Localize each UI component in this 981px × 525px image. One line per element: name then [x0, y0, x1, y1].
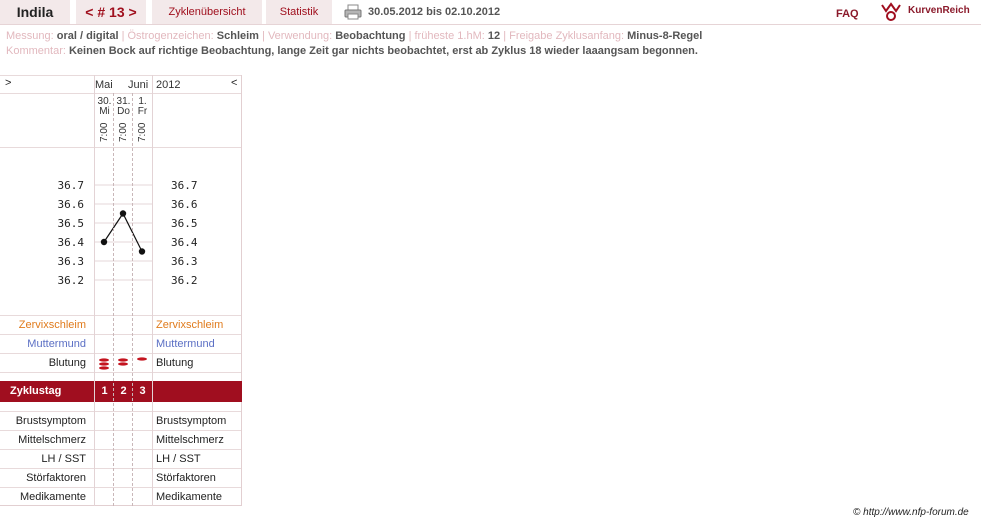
temperature-tick-label: 36.6 [171, 198, 198, 211]
kommentar-label: Kommentar: [6, 45, 66, 57]
oestrogen-label: Östrogenzeichen: [127, 30, 214, 42]
month-label: Juni [128, 79, 149, 91]
spacer-row [0, 402, 241, 411]
temperature-point[interactable] [100, 238, 108, 246]
temperature-tick-label: 36.7 [171, 179, 198, 192]
stoerfaktoren-label-right: Störfaktoren [156, 472, 216, 484]
temperature-tick-label: 36.4 [171, 236, 198, 249]
bleeding-markers [99, 357, 147, 370]
zervixschleim-row[interactable]: Zervixschleim Zervixschleim [0, 315, 241, 335]
stoerfaktoren-row[interactable]: Störfaktoren Störfaktoren [0, 468, 241, 488]
zervixschleim-label: Zervixschleim [18, 319, 86, 331]
grid-line [132, 93, 133, 506]
light-bleeding-icon [137, 357, 147, 361]
zyklustag-row: Zyklustag 1 2 3 [0, 381, 242, 402]
brustsymptom-row[interactable]: Brustsymptom Brustsymptom [0, 411, 241, 431]
grid-line [113, 93, 114, 506]
lh-sst-row[interactable]: LH / SST LH / SST [0, 449, 241, 469]
brustsymptom-label-right: Brustsymptom [156, 415, 227, 427]
blutung-label-right: Blutung [156, 357, 194, 369]
cycle-selector[interactable]: < # 13 > [76, 0, 146, 24]
day-column[interactable]: 31. Do 7:00 [114, 97, 133, 143]
day-weekday: Fr [137, 106, 148, 117]
messung-label: Messung: [6, 30, 54, 42]
settings-line: Messung: oral / digital | Östrogenzeiche… [6, 30, 703, 42]
cycle-day-number: 2 [120, 385, 127, 397]
day-time: 7:00 [118, 122, 129, 142]
heavy-bleeding-icon [99, 358, 109, 370]
verwendung-value: Beobachtung [335, 30, 406, 42]
brand-name[interactable]: KurvenReich [908, 4, 970, 18]
stoerfaktoren-label: Störfaktoren [26, 472, 86, 484]
lh-sst-label: LH / SST [41, 453, 86, 465]
kommentar-value: Keinen Bock auf richtige Beobachtung, la… [68, 45, 698, 57]
month-header-row: > Mai Juni 2012 < [0, 75, 241, 94]
hm-value: 12 [487, 30, 501, 42]
verwendung-label: Verwendung: [267, 30, 333, 42]
cycle-day-number: 3 [139, 385, 146, 397]
temperature-tick-label: 36.7 [58, 179, 85, 192]
nav-divider [0, 24, 981, 25]
mittelschmerz-label: Mittelschmerz [18, 434, 86, 446]
day-time: 7:00 [99, 122, 110, 142]
next-cycle-arrow[interactable]: < [231, 77, 237, 89]
temperature-curve [103, 212, 143, 252]
temperature-tick-label: 36.3 [171, 255, 198, 268]
medium-bleeding-icon [118, 358, 128, 366]
blutung-row[interactable]: Blutung Blutung [0, 353, 241, 373]
day-column[interactable]: 30. Mi 7:00 [95, 97, 114, 143]
faq-link[interactable]: FAQ [836, 4, 859, 24]
tab-zyklenuebersicht[interactable]: Zyklenübersicht [152, 0, 262, 24]
temperature-tick-label: 36.5 [58, 217, 85, 230]
oestrogen-value: Schleim [216, 30, 259, 42]
lh-sst-label-right: LH / SST [156, 453, 201, 465]
mittelschmerz-label-right: Mittelschmerz [156, 434, 224, 446]
top-nav: Indila < # 13 > Zyklenübersicht Statisti… [0, 0, 981, 26]
freigabe-label: Freigabe Zyklusanfang: [509, 30, 625, 42]
user-tab[interactable]: Indila [0, 0, 70, 24]
zyklustag-label: Zyklustag [10, 385, 62, 397]
copyright[interactable]: © http://www.nfp-forum.de [853, 507, 969, 518]
medikamente-label: Medikamente [19, 491, 86, 503]
temperature-tick-label: 36.2 [58, 274, 85, 287]
freigabe-value: Minus-8-Regel [627, 30, 703, 42]
day-weekday: Mi [99, 106, 110, 117]
comment-line: Kommentar: Keinen Bock auf richtige Beob… [6, 45, 698, 57]
date-range: 30.05.2012 bis 02.10.2012 [368, 6, 501, 18]
grid-line [94, 75, 95, 506]
blutung-label: Blutung [48, 357, 86, 369]
hm-label: früheste 1.hM: [414, 30, 485, 42]
messung-value: oral / digital [56, 30, 119, 42]
cycle-chart-panel: > Mai Juni 2012 < 30. Mi 7:00 31. Do 7:0… [0, 75, 242, 506]
day-header-row: 30. Mi 7:00 31. Do 7:00 1. Fr 7:00 [0, 93, 241, 148]
day-time: 7:00 [137, 122, 148, 142]
muttermund-label: Muttermund [27, 338, 86, 350]
kurvenreich-logo-icon[interactable] [880, 2, 902, 22]
printer-icon[interactable] [344, 4, 362, 20]
muttermund-label-right: Muttermund [156, 338, 215, 350]
brustsymptom-label: Brustsymptom [15, 415, 86, 427]
temperature-tick-label: 36.3 [58, 255, 85, 268]
medikamente-label-right: Medikamente [156, 491, 223, 503]
temperature-point[interactable] [119, 210, 127, 217]
temperature-tick-label: 36.4 [58, 236, 85, 249]
month-label: Mai [95, 79, 113, 91]
temperature-tick-label: 36.5 [171, 217, 198, 230]
day-column[interactable]: 1. Fr 7:00 [133, 97, 152, 143]
temperature-area: 36.7 36.7 36.6 36.6 36.5 36.5 36.4 36.4 36.3 36.3… [0, 147, 241, 316]
tab-statistik[interactable]: Statistik [266, 0, 332, 24]
mittelschmerz-row[interactable]: Mittelschmerz Mittelschmerz [0, 430, 241, 450]
temperature-point[interactable] [138, 248, 146, 255]
cycle-day-number: 1 [101, 385, 108, 397]
prev-cycle-arrow[interactable]: > [5, 77, 11, 89]
temperature-tick-label: 36.2 [171, 274, 198, 287]
grid-line [152, 75, 153, 506]
day-weekday: Do [117, 106, 130, 117]
medikamente-row[interactable]: Medikamente Medikamente [0, 487, 241, 507]
temperature-tick-label: 36.6 [58, 198, 85, 211]
year-label: 2012 [156, 79, 181, 91]
temperature-chart: 36.7 36.7 36.6 36.6 36.5 36.5 36.4 36.4 36.3 36.3… [58, 179, 198, 287]
zervixschleim-label-right: Zervixschleim [156, 319, 224, 331]
muttermund-row[interactable]: Muttermund Muttermund [0, 334, 241, 354]
